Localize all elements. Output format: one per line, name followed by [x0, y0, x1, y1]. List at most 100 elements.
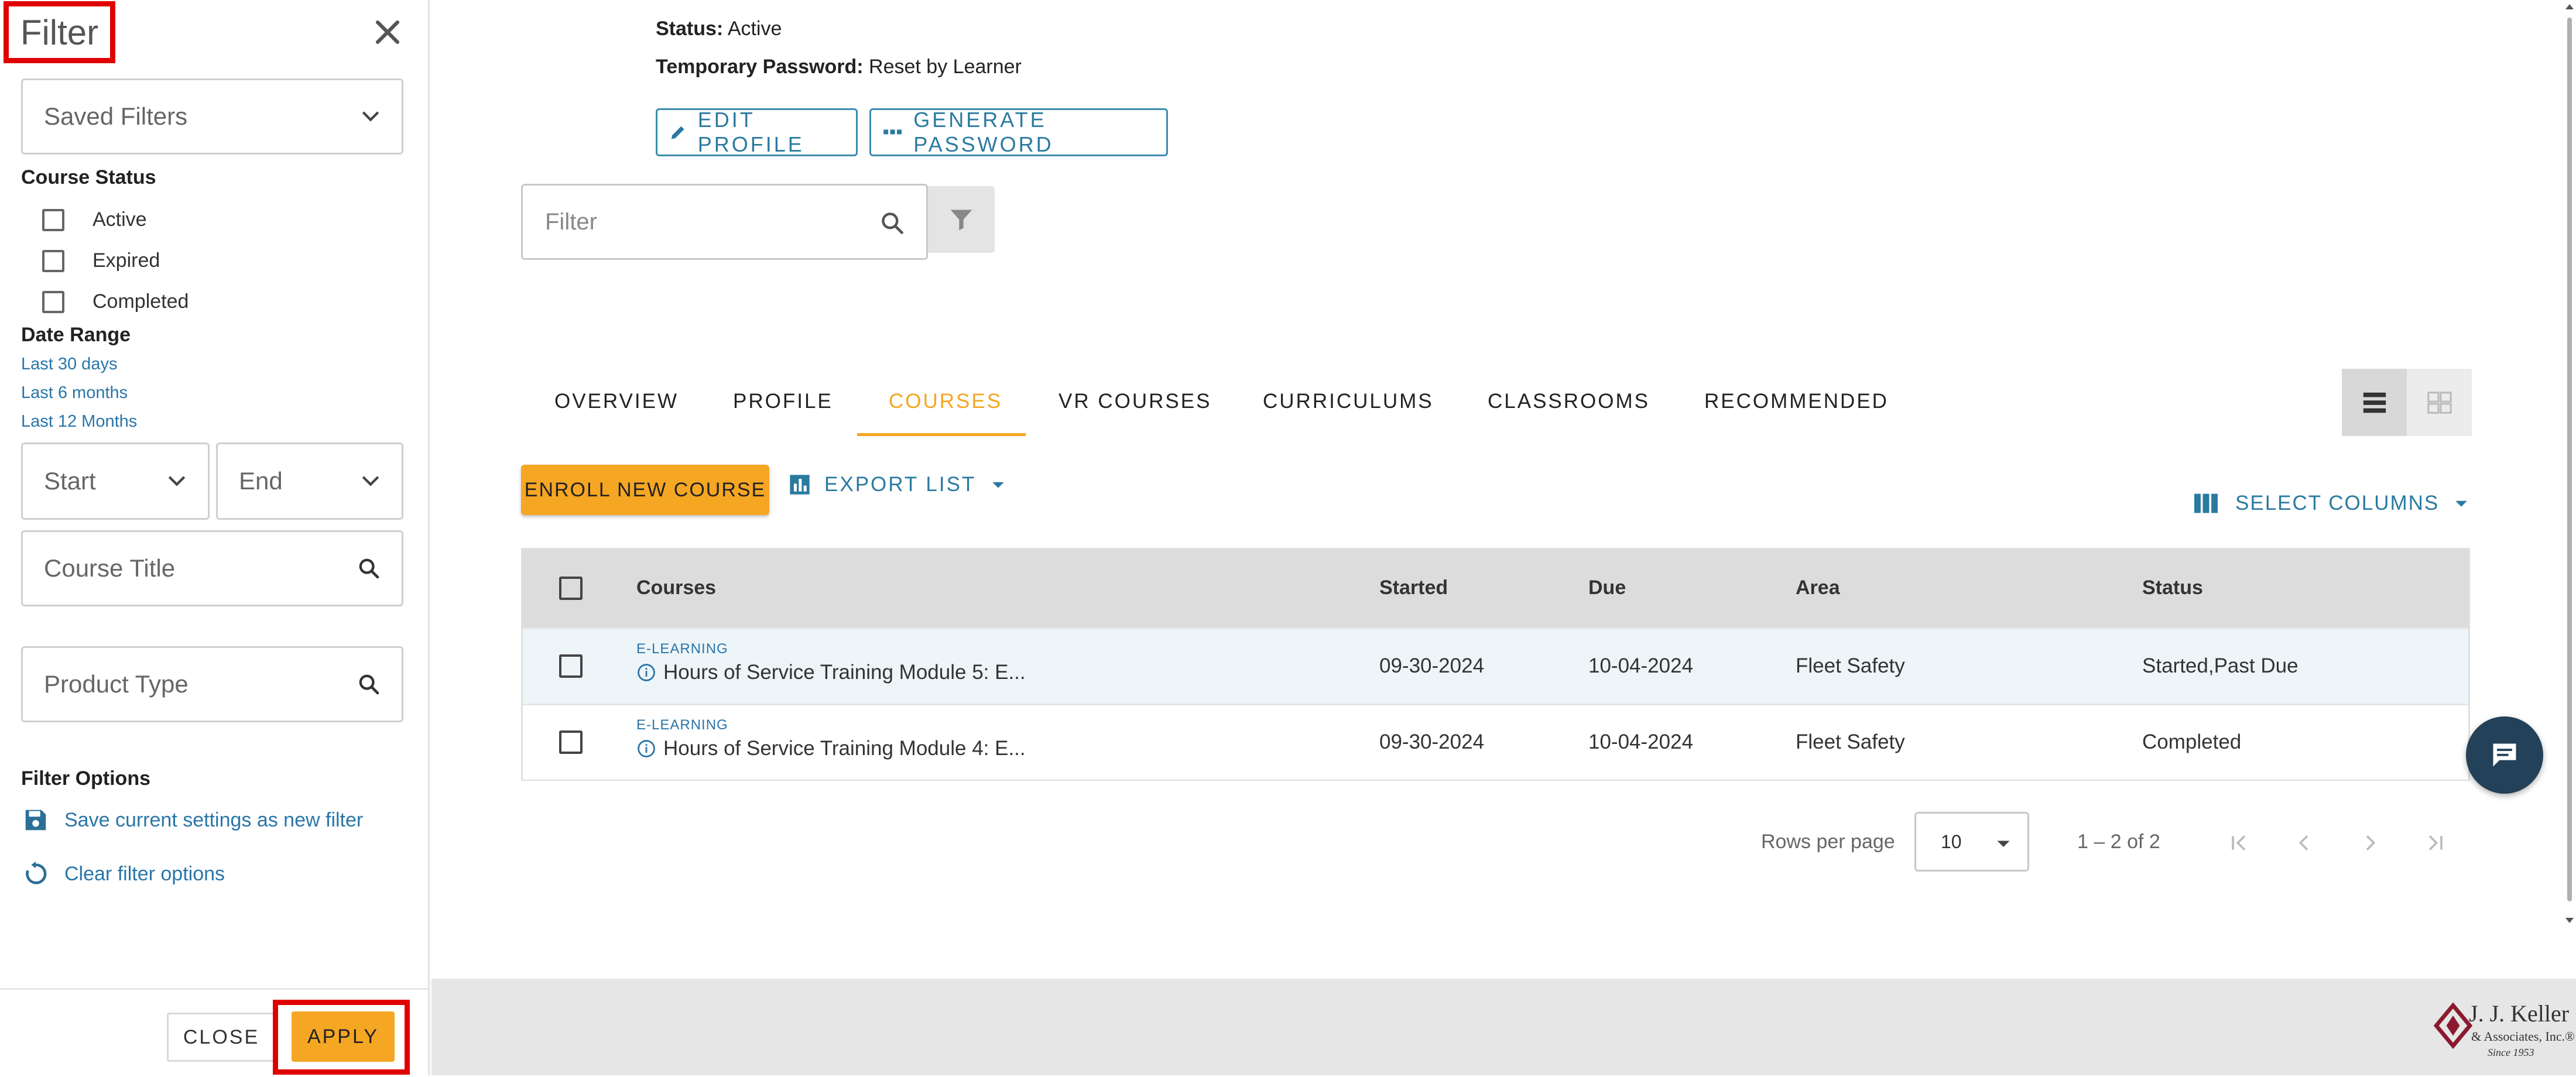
filter-toggle-button[interactable]: [928, 186, 995, 253]
brand-sub: & Associates, Inc.®: [2471, 1029, 2575, 1044]
start-placeholder: Start: [44, 467, 96, 495]
tab-recommended[interactable]: RECOMMENDED: [1704, 390, 1889, 413]
rows-per-page-label: Rows per page: [1761, 831, 1895, 853]
checkbox[interactable]: [42, 290, 64, 313]
chevron-down-icon: [362, 111, 379, 122]
brand-since: Since 1953: [2488, 1047, 2534, 1058]
course-title-link[interactable]: Hours of Service Training Module 5: E...: [636, 661, 1026, 684]
generate-password-label: GENERATE PASSWORD: [913, 108, 1054, 156]
course-status: Started,Past Due: [2142, 654, 2298, 677]
save-filter-link[interactable]: Save current settings as new filter: [22, 807, 363, 834]
tab-courses[interactable]: COURSES: [889, 390, 1002, 413]
bar-chart-icon: [790, 475, 810, 495]
chevron-down-icon: [168, 476, 186, 486]
close-button[interactable]: CLOSE: [167, 1013, 276, 1062]
grid-view-icon: [2427, 392, 2452, 414]
tab-classrooms[interactable]: CLASSROOMS: [1488, 390, 1650, 413]
keller-logo-icon: [2433, 1002, 2473, 1049]
started-date: 09-30-2024: [1379, 654, 1485, 677]
save-filter-label: Save current settings as new filter: [64, 808, 364, 831]
course-title-link[interactable]: Hours of Service Training Module 4: E...: [636, 737, 1026, 760]
course-status-label: Course Status: [21, 166, 156, 188]
course-area: Fleet Safety: [1796, 654, 1905, 677]
next-page-icon[interactable]: [2358, 831, 2382, 855]
end-placeholder: End: [239, 467, 283, 495]
date-range-label: Date Range: [21, 324, 131, 346]
edit-profile-button[interactable]: EDIT PROFILE: [656, 108, 858, 156]
search-input[interactable]: Filter: [521, 184, 928, 260]
chevron-down-icon: [1997, 841, 2010, 847]
generate-password-button[interactable]: GENERATE PASSWORD: [869, 108, 1168, 156]
table-row[interactable]: E-LEARNING Hours of Service Training Mod…: [523, 627, 2468, 704]
tab-profile[interactable]: PROFILE: [733, 390, 833, 413]
column-header-area[interactable]: Area: [1796, 577, 1840, 599]
date-preset-30-days[interactable]: Last 30 days: [21, 355, 117, 374]
column-header-started[interactable]: Started: [1379, 577, 1448, 599]
start-date-select[interactable]: Start: [21, 443, 210, 520]
saved-filters-select[interactable]: Saved Filters: [21, 78, 403, 155]
tab-overview[interactable]: OVERVIEW: [554, 390, 679, 413]
search-icon: [359, 674, 379, 695]
filter-options-label: Filter Options: [21, 767, 150, 790]
table-header: Courses Started Due Area Status: [523, 550, 2468, 627]
export-list-button[interactable]: EXPORT LIST: [788, 473, 1006, 496]
close-icon[interactable]: [371, 15, 405, 49]
scrollbar-thumb[interactable]: [2567, 18, 2572, 901]
course-title: Hours of Service Training Module 4: E...: [663, 737, 1026, 760]
product-type-placeholder: Product Type: [44, 670, 189, 698]
funnel-icon: [950, 210, 972, 231]
pagination-range: 1 – 2 of 2: [2077, 831, 2160, 853]
columns-icon: [2194, 493, 2218, 513]
tab-vr-courses[interactable]: VR COURSES: [1059, 390, 1211, 413]
chat-icon: [2493, 743, 2516, 767]
checkbox[interactable]: [42, 208, 64, 231]
search-icon: [882, 212, 903, 234]
list-view-button[interactable]: [2342, 369, 2407, 436]
column-header-status[interactable]: Status: [2142, 577, 2203, 599]
prev-page-icon[interactable]: [2293, 831, 2316, 855]
enroll-new-course-button[interactable]: ENROLL NEW COURSE: [521, 465, 769, 515]
scrollbar[interactable]: [2563, 0, 2576, 937]
table-row[interactable]: E-LEARNING Hours of Service Training Mod…: [523, 704, 2468, 780]
checkbox-label: Active: [93, 208, 147, 231]
select-columns-label: SELECT COLUMNS: [2235, 492, 2440, 515]
checkbox-label: Expired: [93, 249, 160, 272]
column-header-due[interactable]: Due: [1588, 577, 1626, 599]
clear-filter-link[interactable]: Clear filter options: [22, 860, 225, 887]
status-checkbox-active[interactable]: Active: [42, 208, 147, 231]
brand-name: J. J. Keller: [2469, 1000, 2570, 1027]
select-columns-button[interactable]: SELECT COLUMNS: [2193, 492, 2469, 515]
rows-per-page-select[interactable]: 10: [1914, 812, 2029, 872]
filter-title: Filter: [4, 1, 115, 63]
select-all-checkbox[interactable]: [559, 577, 583, 600]
tab-curriculums[interactable]: CURRICULUMS: [1263, 390, 1434, 413]
product-type-input[interactable]: Product Type: [21, 646, 403, 722]
column-header-courses[interactable]: Courses: [636, 577, 716, 599]
scroll-down-icon[interactable]: [2564, 917, 2575, 925]
first-page-icon[interactable]: [2227, 831, 2250, 855]
row-checkbox[interactable]: [559, 730, 583, 754]
dots-icon: [883, 129, 902, 135]
course-title-input[interactable]: Course Title: [21, 530, 403, 606]
save-icon: [25, 810, 46, 831]
scroll-up-icon[interactable]: [2564, 2, 2575, 11]
temp-password-label: Temporary Password:: [656, 56, 864, 78]
date-preset-12-months[interactable]: Last 12 Months: [21, 412, 137, 431]
last-page-icon[interactable]: [2424, 831, 2447, 855]
date-preset-6-months[interactable]: Last 6 months: [21, 383, 128, 403]
grid-view-button[interactable]: [2407, 369, 2472, 436]
refresh-icon: [26, 861, 47, 884]
search-icon: [359, 558, 379, 579]
clear-filter-label: Clear filter options: [64, 862, 225, 885]
status-checkbox-completed[interactable]: Completed: [42, 290, 189, 313]
filter-panel: Filter Saved Filters Course Status Activ…: [0, 0, 430, 1075]
chat-button[interactable]: [2466, 716, 2543, 794]
pencil-icon: [671, 126, 684, 139]
checkbox[interactable]: [42, 249, 64, 272]
end-date-select[interactable]: End: [216, 443, 403, 520]
temp-password-value: Reset by Learner: [869, 56, 1022, 78]
row-checkbox[interactable]: [559, 654, 583, 678]
apply-button[interactable]: APPLY: [292, 1011, 395, 1062]
status-checkbox-expired[interactable]: Expired: [42, 249, 160, 272]
course-title-placeholder: Course Title: [44, 554, 176, 582]
